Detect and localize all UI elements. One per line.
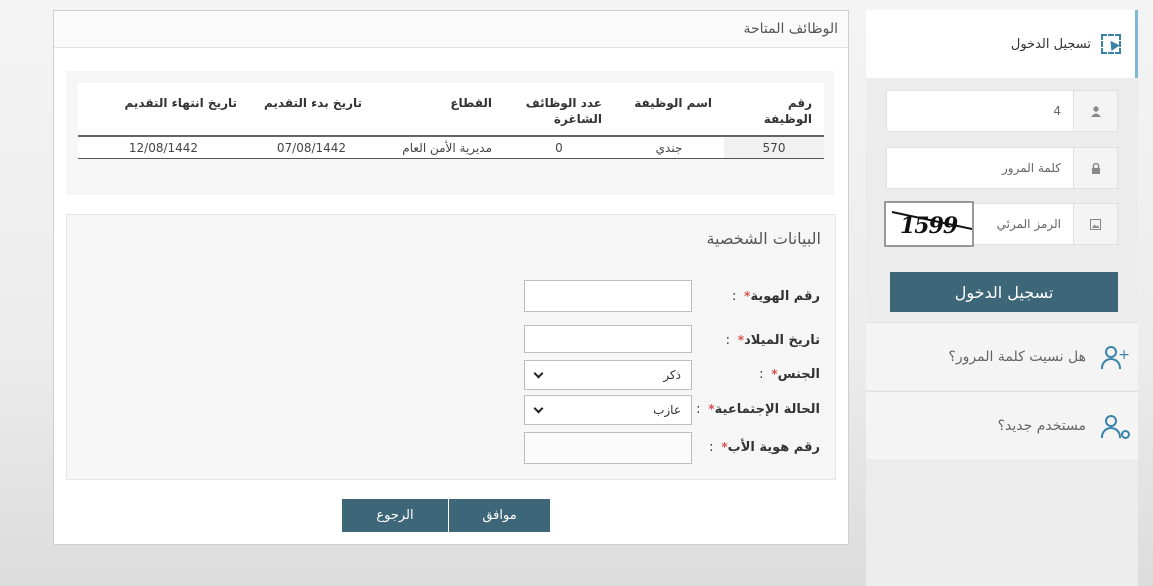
password-field[interactable]: كلمة المرور	[886, 147, 1118, 189]
new-user-link[interactable]: مستخدم جديد؟	[866, 391, 1138, 459]
login-header: تسجيل الدخول	[866, 10, 1138, 78]
col-header-sector: القطاع	[374, 83, 504, 137]
gender-select-value: ذكر	[663, 368, 681, 382]
personal-data-title: البيانات الشخصية	[706, 229, 821, 248]
cell-job-number: 570	[724, 136, 824, 159]
add-user-icon: +	[1100, 344, 1130, 370]
forgot-password-label: هل نسيت كلمة المرور؟	[948, 348, 1086, 365]
login-header-title: تسجيل الدخول	[1010, 36, 1091, 52]
image-icon	[1073, 204, 1117, 244]
captcha-image: 1599	[884, 201, 974, 247]
col-header-end-date: تاريخ انتهاء التقديم	[78, 83, 249, 137]
jobs-table-header-row: رقم الوظيفة اسم الوظيفة عدد الوظائف الشا…	[78, 83, 824, 137]
ok-button[interactable]: موافق	[449, 499, 550, 532]
cell-vacancies: 0	[504, 136, 614, 159]
gender-label: *الجنس	[771, 366, 820, 382]
password-placeholder[interactable]: كلمة المرور	[887, 148, 1073, 188]
personal-data-section: البيانات الشخصية : *رقم الهوية : *تاريخ …	[66, 214, 836, 480]
page-title: الوظائف المتاحة	[743, 21, 838, 37]
father-id-input[interactable]	[524, 432, 692, 464]
jobs-table-wrapper: رقم الوظيفة اسم الوظيفة عدد الوظائف الشا…	[66, 71, 834, 195]
new-user-label: مستخدم جديد؟	[997, 417, 1086, 434]
user-icon	[1073, 91, 1117, 131]
chevron-down-icon	[533, 368, 544, 378]
col-header-start-date: تاريخ بدء التقديم	[249, 83, 374, 137]
cell-sector: مديرية الأمن العام	[374, 136, 504, 159]
col-header-job-name: اسم الوظيفة	[614, 83, 724, 137]
captcha-text: 1599	[900, 213, 958, 239]
cell-end-date: 12/08/1442	[78, 136, 249, 159]
login-cursor-icon	[1101, 34, 1121, 54]
lock-icon	[1073, 148, 1117, 188]
username-value[interactable]: 4	[887, 91, 1073, 131]
forgot-password-link[interactable]: هل نسيت كلمة المرور؟ +	[866, 322, 1138, 390]
id-number-input[interactable]	[524, 280, 692, 312]
table-row[interactable]: 570 جندي 0 مديرية الأمن العام 07/08/1442…	[78, 136, 824, 159]
father-id-label: *رقم هوية الأب	[721, 439, 820, 455]
gender-select[interactable]: ذكر	[524, 360, 692, 390]
user-key-icon	[1100, 413, 1130, 439]
jobs-table: رقم الوظيفة اسم الوظيفة عدد الوظائف الشا…	[78, 83, 824, 159]
marital-status-select-value: عازب	[653, 403, 681, 417]
cell-start-date: 07/08/1442	[249, 136, 374, 159]
col-header-job-number: رقم الوظيفة	[724, 83, 824, 137]
birth-date-label: *تاريخ الميلاد	[737, 332, 820, 348]
chevron-down-icon	[533, 403, 544, 413]
marital-status-select[interactable]: عازب	[524, 395, 692, 425]
col-header-vacancies: عدد الوظائف الشاغرة	[504, 83, 614, 137]
cell-job-name: جندي	[614, 136, 724, 159]
main-title-bar: الوظائف المتاحة	[54, 11, 848, 48]
birth-date-input[interactable]	[524, 325, 692, 353]
username-field[interactable]: 4	[886, 90, 1118, 132]
marital-status-label: *الحالة الإجتماعية	[708, 401, 820, 417]
login-button[interactable]: تسجيل الدخول	[890, 272, 1118, 312]
id-number-label: *رقم الهوية	[744, 288, 820, 304]
back-button[interactable]: الرجوع	[342, 499, 448, 532]
login-panel: تسجيل الدخول 4 كلمة المرور الرمز المرئي …	[866, 10, 1138, 586]
main-panel: الوظائف المتاحة رقم الوظيفة اسم الوظيفة …	[53, 10, 849, 545]
